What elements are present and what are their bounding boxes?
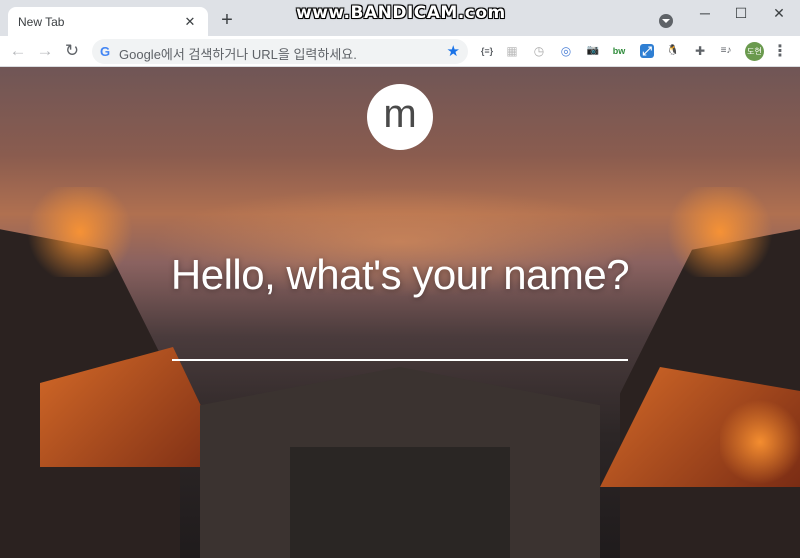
- momentum-logo[interactable]: m: [367, 84, 433, 150]
- profile-avatar[interactable]: 도현: [745, 42, 764, 61]
- tab-title: New Tab: [18, 14, 65, 29]
- puzzle-extensions-icon[interactable]: ✚: [693, 44, 707, 58]
- minimize-button[interactable]: ─: [693, 3, 717, 23]
- camera-extension-icon[interactable]: 📷: [586, 44, 600, 58]
- reload-button[interactable]: ↻: [61, 40, 83, 62]
- grid-extension-icon[interactable]: ▦: [505, 44, 519, 58]
- tab-close-icon[interactable]: ✕: [182, 14, 198, 30]
- chrome-menu-icon[interactable]: ⋮: [772, 42, 788, 61]
- json-viewer-icon[interactable]: {≡}: [478, 44, 496, 58]
- bookmark-star-icon[interactable]: ★: [447, 42, 460, 60]
- maximize-button[interactable]: ☐: [729, 3, 753, 23]
- name-input[interactable]: [172, 319, 628, 361]
- right-lit-window: [720, 397, 800, 487]
- forward-button[interactable]: →: [34, 40, 56, 62]
- media-queue-icon[interactable]: ≡♪: [717, 44, 735, 58]
- browser-toolbar: ← → ↻ G Google에서 검색하거나 URL을 입력하세요. ★ {≡}…: [0, 36, 800, 67]
- tab-strip: New Tab ✕ + www.BANDICAM.com ─ ☐ ✕: [0, 0, 800, 36]
- circle-extension-icon[interactable]: ◎: [559, 44, 573, 58]
- tab-search-icon[interactable]: [659, 14, 673, 28]
- close-window-button[interactable]: ✕: [767, 3, 791, 23]
- omnibox-placeholder[interactable]: Google에서 검색하거나 URL을 입력하세요.: [119, 44, 357, 63]
- bandicam-watermark: www.BANDICAM.com: [296, 3, 506, 23]
- center-foreground-roof: [290, 447, 510, 558]
- new-tab-button[interactable]: +: [216, 10, 238, 32]
- green-extension-icon[interactable]: bw: [612, 44, 626, 58]
- google-icon: G: [100, 44, 111, 59]
- omnibox[interactable]: G Google에서 검색하거나 URL을 입력하세요. ★: [92, 39, 468, 64]
- momentum-new-tab-page: m Hello, what's your name?: [0, 67, 800, 558]
- greeting-text: Hello, what's your name?: [170, 251, 630, 298]
- linux-extension-icon[interactable]: 🐧: [666, 44, 680, 58]
- tab-new-tab[interactable]: New Tab ✕: [8, 7, 208, 36]
- resize-extension-icon[interactable]: ⤢: [640, 44, 654, 58]
- back-button[interactable]: ←: [7, 40, 29, 62]
- timer-extension-icon[interactable]: ◷: [532, 44, 546, 58]
